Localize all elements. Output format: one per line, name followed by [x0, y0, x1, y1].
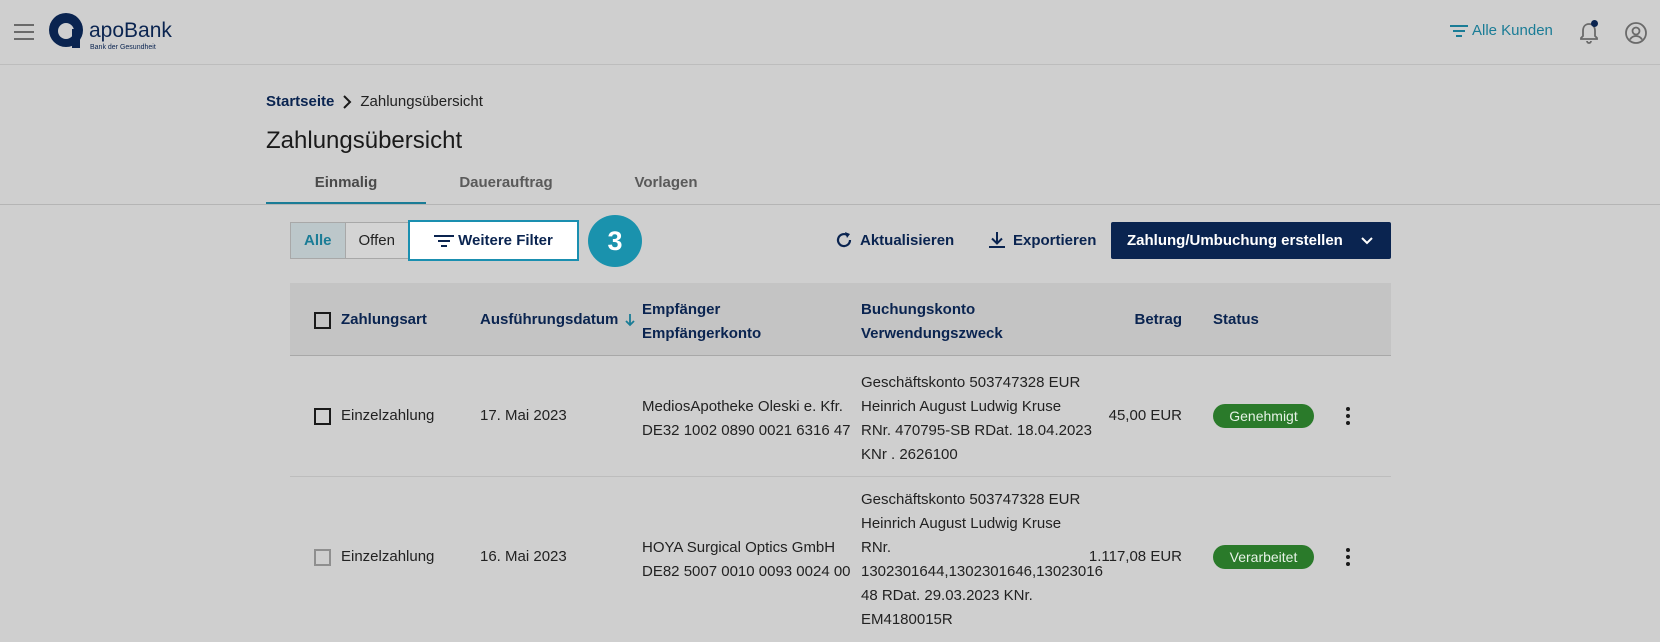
account-icon[interactable]	[1624, 21, 1648, 45]
step-number-badge: 3	[588, 215, 642, 267]
zahlung-erstellen-button[interactable]: Zahlung/Umbuchung erstellen	[1111, 222, 1391, 259]
filter-icon	[1450, 24, 1468, 37]
menu-icon[interactable]	[14, 24, 34, 40]
status-segmented-control: Alle Offen	[290, 222, 409, 259]
header-buchungskonto: Buchungskonto Verwendungszweck	[861, 298, 1003, 346]
tab-vorlagen[interactable]: Vorlagen	[586, 168, 746, 205]
row-empfaenger: HOYA Surgical Optics GmbH DE82 5007 0010…	[642, 536, 851, 584]
weitere-filter-button[interactable]: Weitere Filter	[408, 220, 579, 261]
header-zahlungsart[interactable]: Zahlungsart	[341, 311, 427, 328]
row-buchung-line: RNr. 470795-SB RDat. 18.04.2023	[861, 422, 1092, 439]
chevron-right-icon	[343, 94, 352, 109]
row-buchung-line: 48 RDat. 29.03.2023 KNr.	[861, 587, 1033, 604]
row-empfaenger-iban: DE82 5007 0010 0093 0024 00	[642, 563, 851, 580]
row-empfaenger-name: MediosApotheke Oleski e. Kfr.	[642, 398, 843, 415]
download-icon	[989, 232, 1005, 248]
header-empfaenger-label: Empfänger	[642, 301, 721, 318]
weitere-filter-label: Weitere Filter	[458, 232, 553, 249]
row-checkbox[interactable]	[314, 549, 331, 566]
header-betrag[interactable]: Betrag	[1070, 311, 1182, 328]
page-title: Zahlungsübersicht	[266, 127, 463, 154]
row-empfaenger: MediosApotheke Oleski e. Kfr. DE32 1002 …	[642, 395, 851, 443]
breadcrumb: Startseite Zahlungsübersicht	[266, 93, 483, 110]
aktualisieren-button[interactable]: Aktualisieren	[834, 230, 954, 250]
row-checkbox[interactable]	[314, 408, 331, 425]
tabs-divider	[0, 204, 1660, 205]
row-zahlungsart: Einzelzahlung	[341, 407, 435, 424]
aktualisieren-label: Aktualisieren	[860, 231, 955, 249]
segment-offen[interactable]: Offen	[346, 223, 408, 258]
header-ausfuehrungsdatum-label: Ausführungsdatum	[480, 311, 619, 328]
row-betrag: 1.117,08 EUR	[1088, 548, 1182, 565]
row-buchung-line: Heinrich August Ludwig Kruse	[861, 398, 1062, 415]
alle-kunden-button[interactable]: Alle Kunden	[1450, 22, 1553, 39]
row-buchung-line: Geschäftskonto 503747328 EUR	[861, 491, 1081, 508]
chevron-down-icon[interactable]	[1359, 232, 1375, 248]
status-badge: Verarbeitet	[1213, 545, 1314, 569]
more-vert-icon[interactable]	[1346, 407, 1352, 427]
payments-table: Zahlungsart Ausführungsdatum Empfänger E…	[290, 283, 1391, 642]
refresh-icon	[836, 232, 852, 248]
breadcrumb-home-link[interactable]: Startseite	[266, 93, 334, 110]
tab-einmalig[interactable]: Einmalig	[266, 168, 426, 205]
row-buchung-line: KNr . 2626100	[861, 446, 958, 463]
header-status: Status	[1213, 311, 1259, 328]
header-verwendungszweck-label: Verwendungszweck	[861, 325, 1003, 342]
notification-dot	[1591, 20, 1598, 27]
row-zahlungsart: Einzelzahlung	[341, 548, 435, 565]
logo-subtext: Bank der Gesundheit	[90, 44, 156, 51]
row-empfaenger-name: HOYA Surgical Optics GmbH	[642, 539, 836, 556]
filter-icon	[434, 234, 455, 247]
row-buchung-line: Geschäftskonto 503747328 EUR	[861, 374, 1081, 391]
logo-text: apoBank	[89, 19, 172, 42]
select-all-checkbox[interactable]	[314, 312, 331, 329]
header-empfaengerkonto-label: Empfängerkonto	[642, 325, 762, 342]
table-row[interactable]: Einzelzahlung 16. Mai 2023 HOYA Surgical…	[290, 477, 1391, 642]
exportieren-button[interactable]: Exportieren	[987, 230, 1096, 250]
exportieren-label: Exportieren	[1013, 231, 1097, 249]
table-header: Zahlungsart Ausführungsdatum Empfänger E…	[290, 283, 1391, 356]
status-badge: Genehmigt	[1213, 404, 1314, 428]
segment-alle[interactable]: Alle	[291, 223, 346, 258]
tab-bar: Einmalig Dauerauftrag Vorlagen	[266, 168, 746, 205]
tab-dauerauftrag[interactable]: Dauerauftrag	[426, 168, 586, 205]
sort-down-icon	[625, 313, 635, 326]
zahlung-erstellen-label: Zahlung/Umbuchung erstellen	[1127, 232, 1343, 249]
breadcrumb-current: Zahlungsübersicht	[360, 93, 483, 110]
header-ausfuehrungsdatum[interactable]: Ausführungsdatum	[480, 311, 636, 328]
row-empfaenger-iban: DE32 1002 0890 0021 6316 47	[642, 422, 851, 439]
table-row[interactable]: Einzelzahlung 17. Mai 2023 MediosApothek…	[290, 356, 1391, 477]
alle-kunden-label: Alle Kunden	[1472, 22, 1553, 39]
row-datum: 17. Mai 2023	[480, 407, 567, 424]
row-datum: 16. Mai 2023	[480, 548, 567, 565]
header-buchungskonto-label: Buchungskonto	[861, 301, 976, 318]
header-empfaenger: Empfänger Empfängerkonto	[642, 298, 761, 346]
row-betrag: 45,00 EUR	[1108, 407, 1182, 424]
row-buchung-line: EM4180015R	[861, 611, 953, 628]
top-bar: apoBank Bank der Gesundheit Alle Kunden	[0, 0, 1660, 65]
more-vert-icon[interactable]	[1346, 548, 1352, 568]
row-buchung-line: Heinrich August Ludwig Kruse	[861, 515, 1062, 532]
row-buchung: Geschäftskonto 503747328 EUR Heinrich Au…	[861, 371, 1092, 467]
apobank-logo-icon	[49, 13, 83, 48]
